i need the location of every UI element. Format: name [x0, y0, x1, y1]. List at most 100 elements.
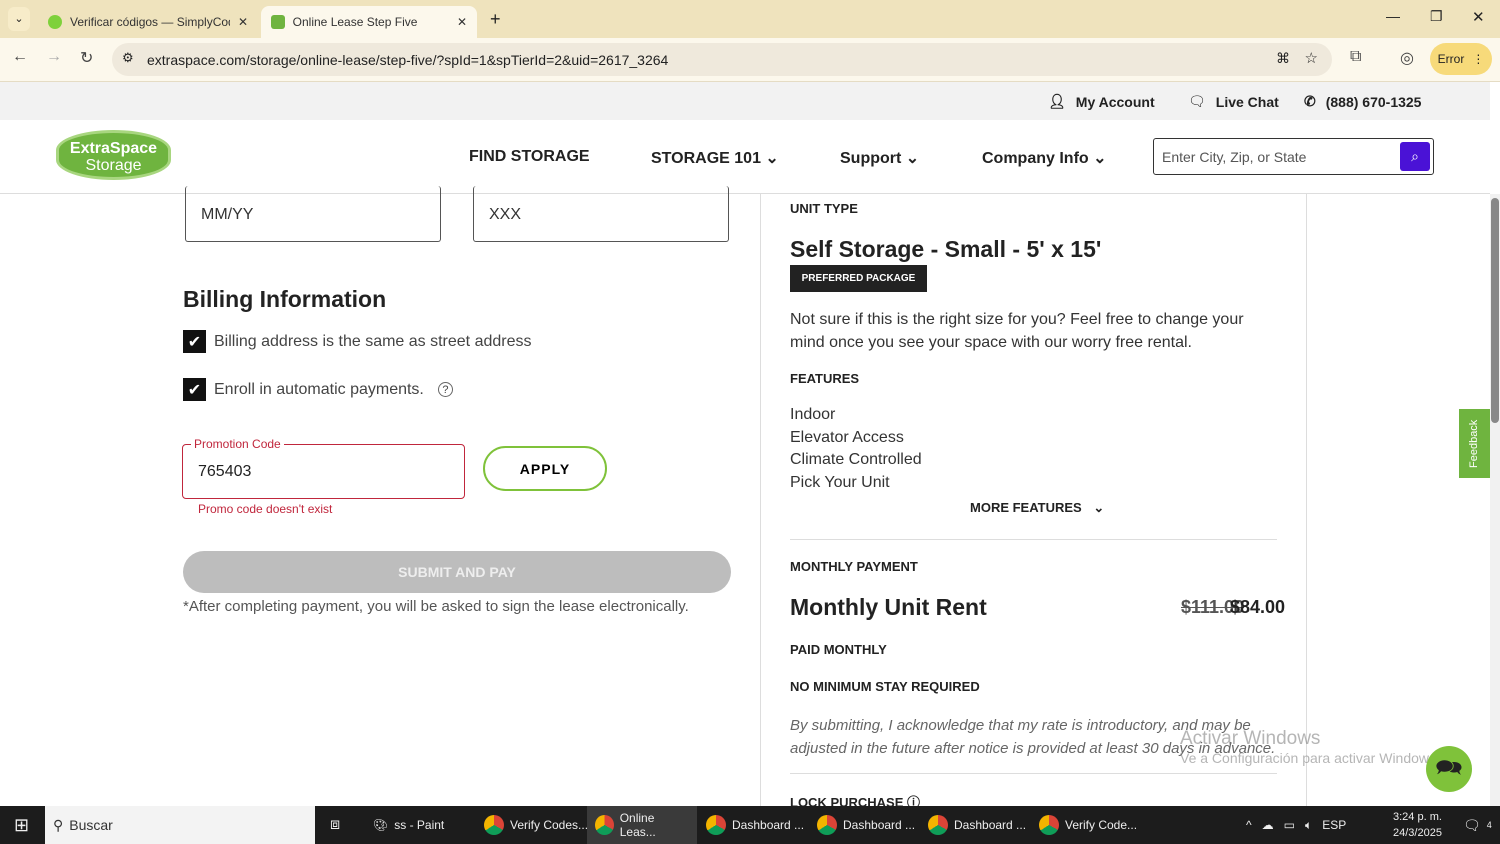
location-search-input[interactable]: Enter City, Zip, or State ⌕	[1153, 138, 1434, 175]
checkmark-icon: ✔	[183, 378, 206, 401]
notification-center[interactable]: 🗨︎ 4	[1455, 806, 1500, 844]
live-chat-link[interactable]: 🗨︎ Live Chat	[1188, 93, 1279, 110]
address-bar[interactable]: ⚙ extraspace.com/storage/online-lease/st…	[112, 43, 1332, 76]
autopay-checkbox[interactable]: ✔ Enroll in automatic payments.?	[183, 378, 453, 401]
minimize-icon[interactable]: —	[1386, 8, 1400, 24]
nav-find-storage[interactable]: FIND STORAGE	[469, 148, 590, 166]
nav-storage-101[interactable]: STORAGE 101 ⌄	[651, 148, 779, 168]
rent-label: Monthly Unit Rent	[790, 594, 987, 620]
billing-same-checkbox[interactable]: ✔ Billing address is the same as street a…	[183, 330, 531, 353]
tab-simplycodes[interactable]: Verificar códigos — SimplyCode ✕	[38, 6, 258, 38]
reload-icon[interactable]: ↻	[80, 48, 93, 68]
taskbar-search[interactable]: ⚲ Buscar	[45, 806, 315, 844]
taskbar-app[interactable]: Verify Codes...	[476, 806, 596, 844]
close-tab-icon[interactable]: ✕	[238, 15, 248, 29]
taskbar-app[interactable]: Dashboard ...	[809, 806, 923, 844]
billing-title: Billing Information	[183, 286, 387, 312]
restore-icon[interactable]: ❐	[1430, 8, 1443, 25]
browser-toolbar: ← → ↻ ⚙ extraspace.com/storage/online-le…	[0, 38, 1500, 82]
chevron-down-icon: ⌄	[1093, 500, 1105, 515]
promo-code-input[interactable]: Promotion Code 765403	[182, 437, 465, 499]
cvv-input[interactable]: XXX	[473, 186, 729, 242]
site-header: ExtraSpace Storage FIND STORAGE STORAGE 1…	[0, 120, 1490, 194]
feedback-tab[interactable]: Feedback	[1459, 409, 1490, 478]
divider	[1306, 194, 1307, 806]
feature-item: Pick Your Unit	[790, 474, 890, 491]
chevron-down-icon: ⌄	[1093, 150, 1107, 167]
chrome-icon	[1039, 815, 1059, 835]
search-icon: ⚲	[53, 816, 64, 833]
translate-icon[interactable]: ⌘	[1276, 50, 1290, 67]
chat-icon: 🗪︎	[1435, 755, 1463, 780]
feature-item: Climate Controlled	[790, 451, 922, 468]
price: $84.00	[1230, 597, 1286, 617]
windows-watermark: Activar Windows Ve a Configuración para a…	[1180, 728, 1440, 766]
feature-item: Elevator Access	[790, 429, 904, 446]
chat-icon: 🗨︎	[1188, 93, 1206, 109]
preferred-badge: PREFERRED PACKAGE	[790, 265, 927, 292]
simplycodes-favicon-icon	[48, 15, 62, 29]
clock[interactable]: 3:24 p. m. 24/3/2025	[1393, 809, 1442, 841]
back-icon[interactable]: ←	[12, 48, 28, 66]
close-tab-icon[interactable]: ✕	[457, 15, 467, 29]
chat-bubble-button[interactable]: 🗪︎	[1426, 746, 1472, 792]
extraspace-logo[interactable]: ExtraSpace Storage	[56, 130, 171, 180]
chevron-up-icon: ^	[1246, 818, 1252, 832]
chevron-down-icon: ⌄	[765, 150, 779, 167]
network-icon: ▭	[1283, 818, 1295, 832]
my-account-link[interactable]: 👤︎ My Account	[1048, 93, 1155, 110]
taskbar-app[interactable]: Verify Code...	[1031, 806, 1145, 844]
divider	[760, 194, 761, 806]
chrome-icon	[706, 815, 726, 835]
start-button[interactable]: ⊞	[6, 806, 37, 844]
windows-taskbar: ⊞ ⚲ Buscar ⧈ 🎨︎ ss - Paint Verify Codes...…	[0, 806, 1500, 844]
divider	[790, 539, 1277, 540]
help-icon[interactable]: ?	[437, 382, 453, 397]
taskbar-app[interactable]: Dashboard ...	[698, 806, 812, 844]
apply-button[interactable]: APPLY	[483, 446, 607, 491]
volume-icon: 🔈︎	[1304, 817, 1313, 832]
system-tray[interactable]: ^ ☁ ▭ 🔈︎ ESP	[1238, 806, 1354, 844]
chrome-icon	[595, 815, 614, 835]
bookmark-star-icon[interactable]: ☆	[1305, 49, 1318, 67]
task-view-icon: ⧈	[330, 816, 341, 833]
new-tab-icon[interactable]: +	[490, 9, 501, 30]
taskbar-app[interactable]: Dashboard ...	[920, 806, 1034, 844]
site-info-icon[interactable]: ⚙	[122, 50, 134, 66]
taskbar-app[interactable]: Online Leas...	[587, 806, 697, 844]
task-view-button[interactable]: ⧈	[322, 806, 348, 844]
phone-link[interactable]: ✆ (888) 670-1325	[1304, 93, 1421, 110]
forward-icon[interactable]: →	[46, 48, 62, 66]
extraspace-favicon-icon	[271, 15, 285, 29]
lease-note: *After completing payment, you will be a…	[183, 598, 689, 615]
phone-icon: ✆	[1304, 93, 1316, 109]
chrome-icon	[928, 815, 948, 835]
tab-online-lease[interactable]: Online Lease Step Five ✕	[261, 6, 477, 38]
profile-icon[interactable]: ◎	[1400, 48, 1414, 68]
size-note: Not sure if this is the right size for y…	[790, 311, 1244, 351]
menu-dots-icon: ⋮	[1472, 52, 1485, 66]
chrome-icon	[817, 815, 837, 835]
notification-icon: 🗨︎	[1463, 816, 1481, 833]
close-window-icon[interactable]: ✕	[1472, 8, 1485, 26]
scrollbar[interactable]	[1490, 194, 1500, 806]
chrome-icon	[484, 815, 504, 835]
nav-company-info[interactable]: Company Info ⌄	[982, 148, 1107, 168]
taskbar-app[interactable]: 🎨︎ ss - Paint	[365, 806, 452, 844]
expiry-input[interactable]: MM/YY	[185, 186, 441, 242]
features-label: FEATURES	[790, 371, 860, 386]
promo-error: Promo code doesn't exist	[198, 502, 333, 516]
checkmark-icon: ✔	[183, 330, 206, 353]
no-minimum-stay: NO MINIMUM STAY REQUIRED	[790, 679, 980, 694]
cloud-icon: ☁	[1261, 818, 1274, 832]
search-button[interactable]: ⌕	[1400, 142, 1430, 171]
divider	[790, 773, 1277, 774]
nav-support[interactable]: Support ⌄	[840, 148, 919, 168]
more-features-toggle[interactable]: MORE FEATURES ⌄	[970, 500, 1104, 516]
tab-search-button[interactable]: ⌄	[8, 7, 30, 31]
scrollbar-thumb[interactable]	[1491, 198, 1499, 423]
submit-and-pay-button[interactable]: SUBMIT AND PAY	[183, 551, 731, 593]
tab-strip: ⌄ Verificar códigos — SimplyCode ✕ Online…	[0, 0, 1500, 38]
profile-error-button[interactable]: Error ⋮	[1430, 43, 1492, 75]
extensions-icon[interactable]: ⧉	[1350, 48, 1361, 66]
